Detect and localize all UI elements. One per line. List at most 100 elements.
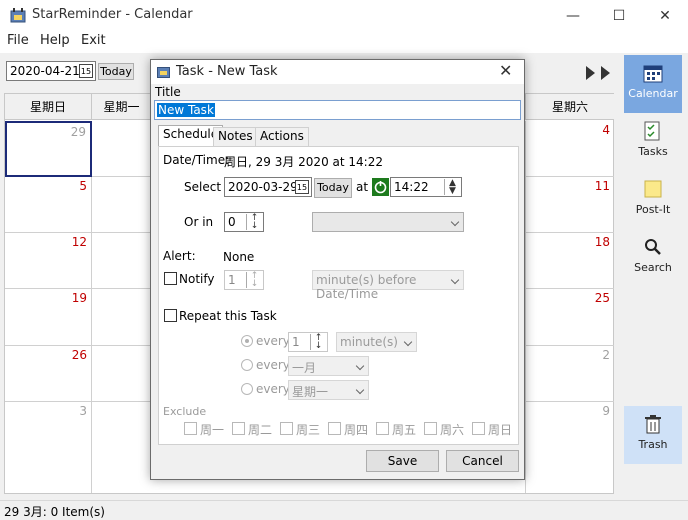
day-cell[interactable]: 29: [5, 121, 92, 177]
day-number: 12: [71, 235, 87, 249]
sidebar-item-calendar[interactable]: Calendar: [624, 55, 682, 113]
repeat-every-radio-1[interactable]: [241, 335, 253, 347]
time-spinner[interactable]: ▲ ▼: [444, 179, 460, 196]
orin-value: 0: [228, 215, 236, 229]
title-input[interactable]: New Task: [154, 100, 521, 120]
datetime-value: 周日, 29 3月 2020 at 14:22: [224, 155, 383, 169]
chevron-down-icon: [355, 361, 365, 371]
exclude-day-label: 周日: [488, 423, 513, 437]
every-label: every: [256, 334, 290, 348]
exclude-thu-checkbox[interactable]: [328, 422, 341, 435]
today-button[interactable]: Today: [98, 63, 134, 80]
alert-label: Alert:: [163, 249, 196, 263]
orin-unit-select[interactable]: [312, 212, 464, 232]
select-label: Select: [184, 180, 222, 194]
exclude-day-label: 周四: [344, 423, 369, 437]
alert-value: None: [223, 250, 255, 264]
orin-spinner[interactable]: ↑ ↓: [246, 214, 262, 231]
exclude-mon-checkbox[interactable]: [184, 422, 197, 435]
notify-label: Notify: [179, 272, 215, 286]
select-date-field[interactable]: 2020-03-29 15: [224, 177, 312, 197]
cancel-button[interactable]: Cancel: [446, 450, 519, 472]
sidebar-item-post-it[interactable]: Post-It: [624, 171, 682, 229]
day-cell[interactable]: 11: [526, 177, 614, 233]
exclude-day-label: 周一: [200, 423, 225, 437]
calendar-icon: [643, 63, 663, 83]
sidebar-item-tasks[interactable]: Tasks: [624, 113, 682, 171]
day-cell[interactable]: 4: [526, 121, 614, 177]
every1-stepper[interactable]: 1 ↑ ↓: [288, 332, 328, 352]
select-today-button[interactable]: Today: [314, 178, 352, 198]
sidebar: Calendar Tasks Post-It Search Trash: [624, 55, 688, 500]
menu-file[interactable]: File: [7, 33, 29, 48]
repeat-checkbox[interactable]: [164, 309, 177, 322]
tab-notes[interactable]: Notes: [213, 127, 258, 146]
notify-checkbox[interactable]: [164, 272, 177, 285]
exclude-sat-checkbox[interactable]: [424, 422, 437, 435]
day-cell[interactable]: 25: [526, 289, 614, 346]
exclude-sun-checkbox[interactable]: [472, 422, 485, 435]
datetime-label: Date/Time:: [163, 153, 230, 167]
chevron-down-icon: [450, 275, 460, 285]
task-dialog: Task - New Task ✕ Title New Task Schedul…: [150, 59, 525, 480]
maximize-button[interactable]: ☐: [596, 0, 642, 31]
exclude-tue-checkbox[interactable]: [232, 422, 245, 435]
day-cell[interactable]: 9: [526, 402, 614, 493]
clock-icon[interactable]: [372, 178, 389, 196]
date-picker[interactable]: 2020-04-21 15: [6, 61, 96, 81]
dialog-title: Task - New Task: [176, 64, 278, 79]
day-number: 26: [71, 348, 87, 362]
chevron-down-icon: [450, 217, 460, 227]
close-button[interactable]: ✕: [642, 0, 688, 31]
every1-unit-select[interactable]: minute(s): [336, 332, 417, 352]
day-cell[interactable]: 5: [5, 177, 92, 233]
schedule-panel: Date/Time: 周日, 29 3月 2020 at 14:22 Selec…: [158, 146, 519, 445]
chevron-down-icon: [355, 385, 365, 395]
sidebar-item-label: Post-It: [635, 203, 671, 216]
notify-stepper[interactable]: 1 ↑ ↓: [224, 270, 264, 290]
trash-icon: [643, 414, 663, 434]
post-it-icon: [643, 179, 663, 199]
menu-exit[interactable]: Exit: [81, 33, 106, 48]
day-cell[interactable]: 26: [5, 346, 92, 402]
every2-unit-select[interactable]: 一月: [288, 356, 369, 376]
window-title: StarReminder - Calendar: [32, 7, 193, 22]
every1-unit-value: minute(s): [340, 335, 398, 349]
prev-arrow-icon[interactable]: [586, 66, 595, 80]
exclude-wed-checkbox[interactable]: [280, 422, 293, 435]
sidebar-item-trash[interactable]: Trash: [624, 406, 682, 464]
tab-actions[interactable]: Actions: [255, 127, 309, 146]
select-date-value: 2020-03-29: [228, 180, 298, 194]
time-field[interactable]: 14:22 ▲ ▼: [390, 177, 462, 197]
day-cell[interactable]: 12: [5, 233, 92, 289]
every3-unit-select[interactable]: 星期一: [288, 380, 369, 400]
every1-spinner[interactable]: ↑ ↓: [310, 334, 326, 351]
notify-unit-select[interactable]: minute(s) before Date/Time: [312, 270, 464, 301]
repeat-every-radio-2[interactable]: [241, 359, 253, 371]
day-cell[interactable]: 19: [5, 289, 92, 346]
minimize-button[interactable]: —: [550, 0, 596, 31]
dialog-close-icon[interactable]: ✕: [499, 61, 512, 80]
weekday-header: 星期一: [92, 94, 152, 120]
menu-help[interactable]: Help: [40, 33, 70, 48]
every3-unit-value: 星期一: [292, 385, 329, 399]
exclude-day-label: 周五: [392, 423, 417, 437]
calendar-dropdown-icon[interactable]: 15: [295, 180, 309, 194]
every2-unit-value: 一月: [292, 361, 317, 375]
day-number: 2: [602, 348, 610, 362]
orin-stepper[interactable]: 0 ↑ ↓: [224, 212, 264, 232]
status-text: 29 3月: 0 Item(s): [4, 505, 105, 519]
notify-spinner[interactable]: ↑ ↓: [246, 272, 262, 289]
next-arrow-icon[interactable]: [601, 66, 610, 80]
save-button[interactable]: Save: [366, 450, 439, 472]
sidebar-item-label: Trash: [638, 438, 668, 451]
exclude-fri-checkbox[interactable]: [376, 422, 389, 435]
day-cell[interactable]: 18: [526, 233, 614, 289]
exclude-day-label: 周三: [296, 423, 321, 437]
calendar-dropdown-icon[interactable]: 15: [79, 64, 93, 78]
day-cell[interactable]: 2: [526, 346, 614, 402]
day-cell[interactable]: 3: [5, 402, 92, 493]
sidebar-item-search[interactable]: Search: [624, 229, 682, 287]
repeat-every-radio-3[interactable]: [241, 383, 253, 395]
day-number: 3: [79, 404, 87, 418]
